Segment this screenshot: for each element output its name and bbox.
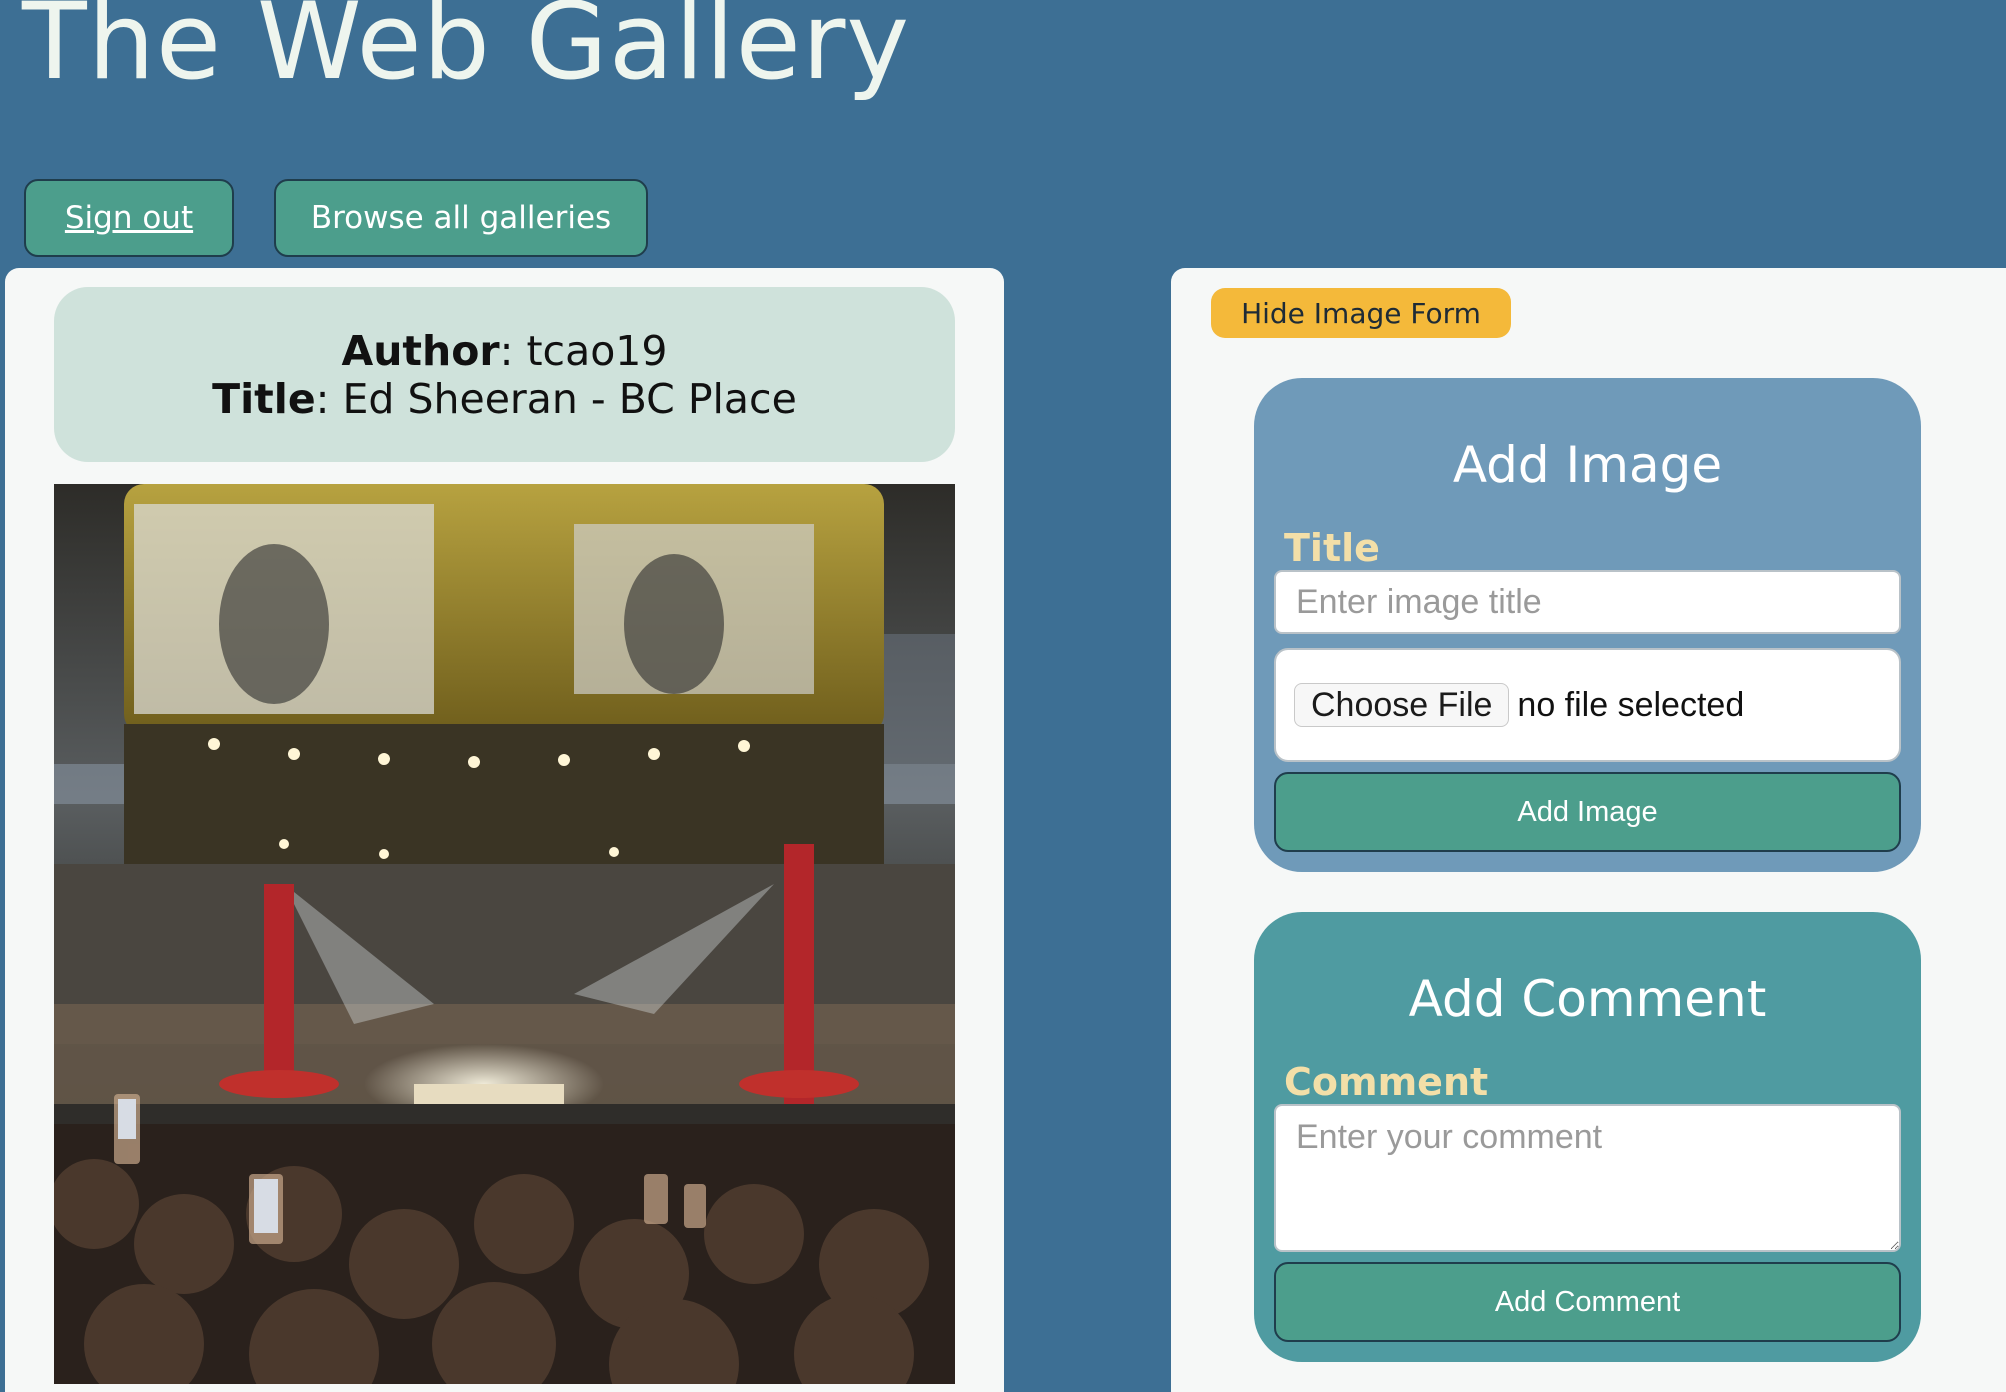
site-title: The Web Gallery (22, 0, 911, 103)
add-image-form: Add Image Title Choose File no file sele… (1254, 378, 1921, 872)
browse-galleries-button[interactable]: Browse all galleries (274, 179, 648, 257)
author-line: Author: tcao19 (341, 326, 668, 375)
image-title-label: Title (1284, 526, 1380, 570)
image-title-input[interactable] (1274, 570, 1901, 634)
file-picker: Choose File no file selected (1274, 648, 1901, 762)
title-value: Ed Sheeran - BC Place (342, 374, 797, 423)
forms-panel: Hide Image Form Add Image Title Choose F… (1171, 268, 2006, 1392)
author-label: Author (341, 326, 500, 375)
add-comment-form: Add Comment Comment Add Comment (1254, 912, 1921, 1362)
title-line: Title: Ed Sheeran - BC Place (212, 374, 797, 423)
concert-photo (54, 484, 955, 1384)
add-image-button[interactable]: Add Image (1274, 772, 1901, 852)
add-image-heading: Add Image (1452, 436, 1723, 494)
hide-image-form-button[interactable]: Hide Image Form (1211, 288, 1511, 338)
gallery-image (54, 484, 955, 1384)
comment-label: Comment (1284, 1060, 1489, 1104)
sign-out-button[interactable]: Sign out (24, 179, 234, 257)
add-comment-button[interactable]: Add Comment (1274, 1262, 1901, 1342)
image-viewer-panel: Author: tcao19 Title: Ed Sheeran - BC Pl… (5, 268, 1004, 1392)
choose-file-button[interactable]: Choose File (1294, 683, 1510, 727)
title-label: Title (212, 374, 316, 423)
image-info-card: Author: tcao19 Title: Ed Sheeran - BC Pl… (54, 287, 955, 462)
add-comment-heading: Add Comment (1408, 970, 1767, 1028)
comment-input[interactable] (1274, 1104, 1901, 1252)
file-status-text: no file selected (1517, 685, 1745, 724)
author-value: tcao19 (526, 326, 668, 375)
